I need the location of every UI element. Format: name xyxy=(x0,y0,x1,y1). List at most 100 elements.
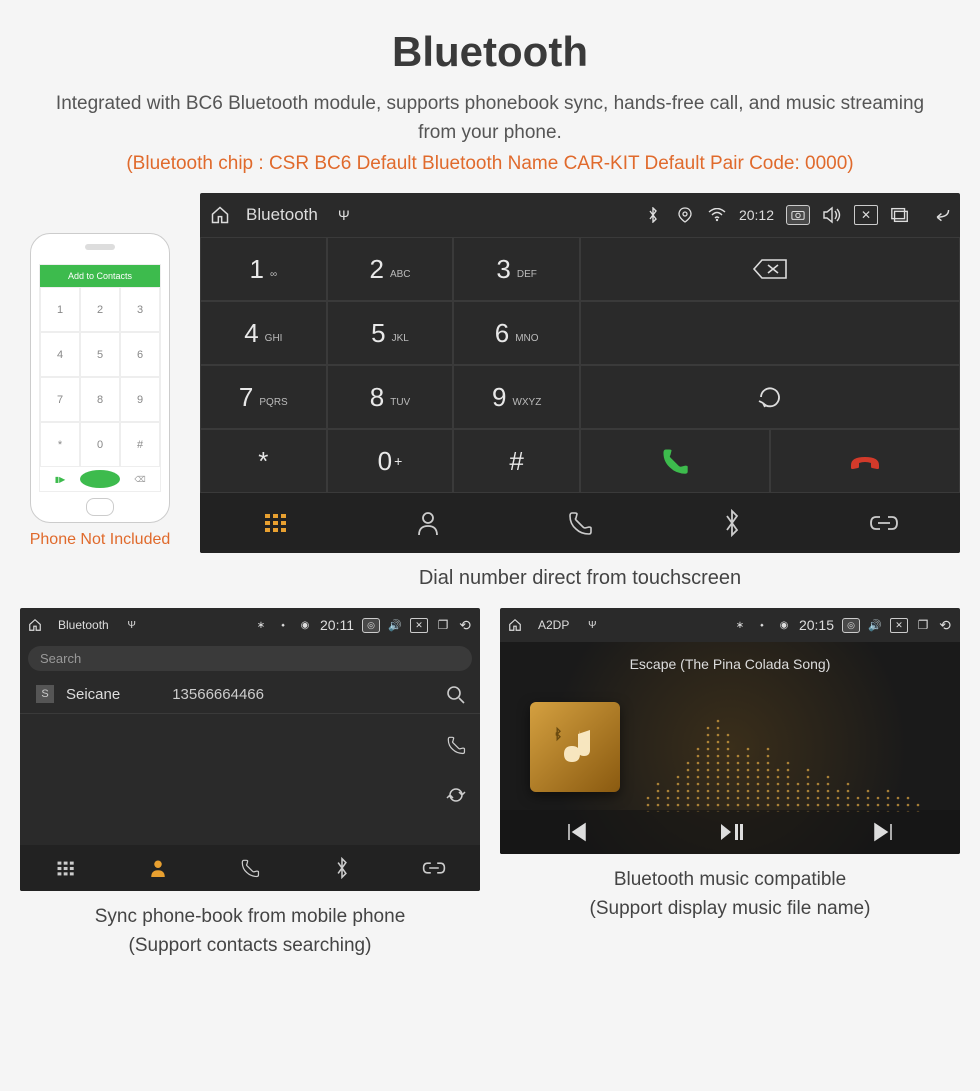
call-button[interactable] xyxy=(580,429,770,493)
dial-key-7[interactable]: 7PQRS xyxy=(200,365,327,429)
status-bar: Bluetooth Ψ ∗ ⬩ ◉ 20:11 ◎ 🔊 ✕ ❐ ⟲ xyxy=(20,608,480,642)
tab-pair[interactable] xyxy=(808,493,960,553)
volume-icon[interactable] xyxy=(822,205,842,225)
home-icon[interactable] xyxy=(28,618,42,632)
equalizer-visual xyxy=(640,702,940,812)
dial-key-4[interactable]: 4GHI xyxy=(200,301,327,365)
phonebook-caption: Sync phone-book from mobile phone (Suppo… xyxy=(20,903,480,960)
usb-icon: Ψ xyxy=(125,618,139,632)
contact-row[interactable]: S Seicane 13566664466 xyxy=(20,675,480,714)
empty-cell xyxy=(580,301,960,365)
next-track-button[interactable] xyxy=(807,810,960,854)
wifi-icon xyxy=(707,205,727,225)
a2dp-caption: Bluetooth music compatible (Support disp… xyxy=(500,866,960,923)
close-app-icon[interactable]: ✕ xyxy=(890,618,908,633)
phone-key: 1 xyxy=(40,287,80,332)
dial-key-5[interactable]: 5JKL xyxy=(327,301,454,365)
call-icon xyxy=(660,446,690,476)
app-title: A2DP xyxy=(538,618,569,632)
hangup-button[interactable] xyxy=(770,429,960,493)
page-subtitle: Integrated with BC6 Bluetooth module, su… xyxy=(50,90,930,147)
back-icon[interactable]: ⟲ xyxy=(458,618,472,632)
search-input[interactable]: Search xyxy=(28,646,472,671)
close-app-icon[interactable]: ✕ xyxy=(854,205,878,225)
hangup-icon xyxy=(848,451,882,471)
contact-number: 13566664466 xyxy=(172,686,264,703)
home-icon[interactable] xyxy=(210,205,230,225)
bluetooth-status-icon: ∗ xyxy=(733,618,747,632)
phone-dial-button xyxy=(80,467,120,491)
back-icon[interactable]: ⟲ xyxy=(938,618,952,632)
spec-line: (Bluetooth chip : CSR BC6 Default Blueto… xyxy=(0,153,980,175)
search-icon[interactable] xyxy=(446,685,466,705)
screenshot-icon[interactable] xyxy=(786,205,810,225)
song-title: Escape (The Pina Colada Song) xyxy=(500,656,960,672)
screenshot-icon[interactable]: ◎ xyxy=(362,618,380,633)
dial-key-8[interactable]: 8TUV xyxy=(327,365,454,429)
contact-name: Seicane xyxy=(66,686,120,703)
app-title: Bluetooth xyxy=(246,205,318,225)
recents-icon[interactable] xyxy=(890,205,910,225)
phone-key: * xyxy=(40,422,80,467)
redial-button[interactable] xyxy=(580,365,960,429)
dial-key-*[interactable]: * xyxy=(200,429,327,493)
sync-icon[interactable] xyxy=(446,785,466,805)
tab-bluetooth[interactable] xyxy=(656,493,808,553)
phone-key: 2 xyxy=(80,287,120,332)
recents-icon[interactable]: ❐ xyxy=(436,618,450,632)
clock-time: 20:15 xyxy=(799,617,834,633)
dial-key-2[interactable]: 2ABC xyxy=(327,237,454,301)
phone-video-icon: ▮▶ xyxy=(40,467,80,491)
phone-caption: Phone Not Included xyxy=(20,531,180,549)
tab-contacts[interactable] xyxy=(352,493,504,553)
clock-time: 20:12 xyxy=(739,207,774,223)
phone-key: 0 xyxy=(80,422,120,467)
phone-key: 4 xyxy=(40,332,80,377)
phone-key: 7 xyxy=(40,377,80,422)
dialpad-unit: Bluetooth Ψ 20:12 ✕ 1∞2ABC3DEF4GHI5JKL6M… xyxy=(200,193,960,553)
album-art xyxy=(530,702,620,792)
phone-key: 8 xyxy=(80,377,120,422)
phone-key: # xyxy=(120,422,160,467)
location-icon: ⬩ xyxy=(276,618,290,632)
backspace-button[interactable] xyxy=(580,237,960,301)
home-icon[interactable] xyxy=(508,618,522,632)
dial-key-9[interactable]: 9WXYZ xyxy=(453,365,580,429)
location-icon xyxy=(675,205,695,225)
redial-icon xyxy=(755,384,785,410)
dial-key-0[interactable]: 0+ xyxy=(327,429,454,493)
dial-key-#[interactable]: # xyxy=(453,429,580,493)
phone-add-contacts-bar: Add to Contacts xyxy=(40,265,160,287)
status-bar: A2DP Ψ ∗ ⬩ ◉ 20:15 ◎ 🔊 ✕ ❐ ⟲ xyxy=(500,608,960,642)
dial-key-6[interactable]: 6MNO xyxy=(453,301,580,365)
screenshot-icon[interactable]: ◎ xyxy=(842,618,860,633)
phone-key: 6 xyxy=(120,332,160,377)
phone-key: 5 xyxy=(80,332,120,377)
volume-icon[interactable]: 🔊 xyxy=(868,618,882,632)
contact-initial-tag: S xyxy=(36,685,54,703)
tab-call-log[interactable] xyxy=(504,493,656,553)
volume-icon[interactable]: 🔊 xyxy=(388,618,402,632)
wifi-icon: ◉ xyxy=(298,618,312,632)
back-icon[interactable] xyxy=(930,205,950,225)
phonebook-unit: Bluetooth Ψ ∗ ⬩ ◉ 20:11 ◎ 🔊 ✕ ❐ ⟲ Search xyxy=(20,608,480,891)
backspace-icon xyxy=(752,257,788,281)
bluetooth-status-icon: ∗ xyxy=(254,618,268,632)
a2dp-unit: A2DP Ψ ∗ ⬩ ◉ 20:15 ◎ 🔊 ✕ ❐ ⟲ Escape (The… xyxy=(500,608,960,854)
recents-icon[interactable]: ❐ xyxy=(916,618,930,632)
play-pause-button[interactable] xyxy=(653,810,806,854)
tab-call-log[interactable] xyxy=(204,845,296,891)
bluetooth-status-icon xyxy=(643,205,663,225)
dialpad-caption: Dial number direct from touchscreen xyxy=(200,567,960,590)
dial-key-1[interactable]: 1∞ xyxy=(200,237,327,301)
tab-pair[interactable] xyxy=(388,845,480,891)
tab-dialpad[interactable] xyxy=(20,845,112,891)
tab-bluetooth[interactable] xyxy=(296,845,388,891)
tab-contacts[interactable] xyxy=(112,845,204,891)
call-icon[interactable] xyxy=(446,735,466,755)
close-app-icon[interactable]: ✕ xyxy=(410,618,428,633)
phone-key: 3 xyxy=(120,287,160,332)
tab-dialpad[interactable] xyxy=(200,493,352,553)
dial-key-3[interactable]: 3DEF xyxy=(453,237,580,301)
prev-track-button[interactable] xyxy=(500,810,653,854)
